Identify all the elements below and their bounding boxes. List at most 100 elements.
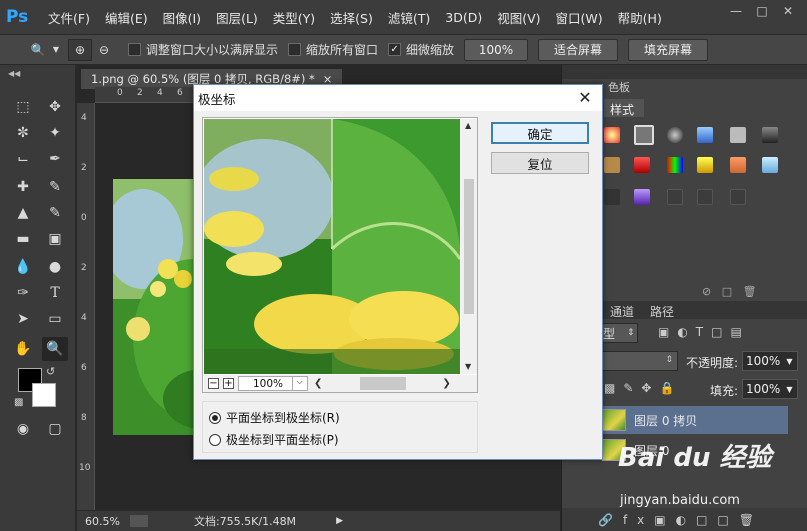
style-swatch[interactable] (634, 157, 650, 173)
blur-tool-icon[interactable]: 💧 (10, 255, 36, 279)
zoom-out-button[interactable]: − (208, 378, 219, 389)
menu-layer[interactable]: 图层(L) (216, 8, 258, 27)
tab-channels[interactable]: 通道 (610, 303, 634, 320)
polar-to-rect-option[interactable]: 极坐标到平面坐标(P) (209, 431, 339, 448)
style-swatch[interactable] (762, 127, 778, 143)
dialog-close-icon[interactable]: ✕ (576, 88, 594, 107)
scrubby-zoom-option[interactable]: ✓ 细微缩放 (388, 41, 454, 58)
polar-to-rect-radio[interactable] (209, 433, 221, 446)
actual-pixels-button[interactable]: 100% (464, 38, 529, 61)
scroll-left-icon[interactable]: ❮ (314, 378, 322, 389)
history-brush-tool-icon[interactable]: ✎ (42, 201, 68, 225)
hand-tool-icon[interactable]: ✋ (10, 337, 36, 361)
zoom-in-button[interactable]: + (223, 378, 234, 389)
ok-button[interactable]: 确定 (491, 122, 589, 144)
style-swatch[interactable] (667, 127, 683, 143)
menu-window[interactable]: 窗口(W) (556, 8, 603, 27)
preview-zoom-field[interactable]: 100% ⌵ (238, 376, 308, 391)
style-swatch[interactable] (634, 189, 650, 205)
menu-image[interactable]: 图像(I) (163, 8, 201, 27)
reset-button[interactable]: 复位 (491, 152, 589, 174)
status-menu-arrow-icon[interactable]: ▶ (336, 516, 343, 526)
move-tool-icon[interactable]: ✥ (42, 95, 68, 119)
magic-wand-tool-icon[interactable]: ✦ (42, 121, 68, 145)
resize-windows-checkbox[interactable] (128, 43, 141, 56)
vertical-scroll-thumb[interactable] (464, 179, 474, 314)
style-swatch[interactable] (604, 157, 620, 173)
default-colors-icon[interactable]: ▩ (14, 397, 23, 408)
style-swatch[interactable] (667, 157, 683, 173)
menu-type[interactable]: 类型(Y) (273, 8, 315, 27)
menu-edit[interactable]: 编辑(E) (105, 8, 148, 27)
tab-styles[interactable]: 样式 (610, 101, 634, 118)
style-swatch[interactable] (762, 157, 778, 173)
tool-preset-dropdown-icon[interactable]: ▼ (50, 39, 62, 61)
style-swatch[interactable] (697, 127, 713, 143)
marquee-tool-icon[interactable]: ⬚ (10, 95, 36, 119)
lasso-tool-icon[interactable]: ✼ (10, 121, 36, 145)
menu-3d[interactable]: 3D(D) (445, 10, 482, 25)
menu-filter[interactable]: 滤镜(T) (388, 8, 430, 27)
layer-kind-filter[interactable]: 型 ⇕ (598, 323, 638, 343)
eraser-tool-icon[interactable]: ▬ (10, 227, 36, 251)
style-swatch[interactable] (730, 189, 746, 205)
style-swatch[interactable] (730, 157, 746, 173)
brush-tool-icon[interactable]: ✎ (42, 175, 68, 199)
zoom-tool-icon[interactable]: 🔍 (26, 39, 50, 61)
tab-swatches[interactable]: 色板 (608, 79, 630, 95)
zoom-tool-active-icon[interactable]: 🔍 (42, 337, 68, 361)
type-tool-icon[interactable]: T (42, 281, 68, 305)
crop-tool-icon[interactable]: ⌙ (10, 147, 36, 171)
style-swatch[interactable] (697, 189, 713, 205)
menu-file[interactable]: 文件(F) (48, 8, 90, 27)
gradient-tool-icon[interactable]: ▣ (42, 227, 68, 251)
scroll-up-icon[interactable]: ▲ (465, 121, 471, 130)
maximize-icon[interactable]: □ (749, 0, 775, 22)
scroll-down-icon[interactable]: ▼ (465, 362, 471, 371)
zoom-dropdown-icon[interactable]: ⌵ (292, 377, 306, 390)
tab-paths[interactable]: 路径 (650, 303, 674, 320)
rect-to-polar-option[interactable]: 平面坐标到极坐标(R) (209, 409, 340, 426)
quick-mask-icon[interactable]: ◉ (10, 417, 36, 441)
fit-screen-button[interactable]: 适合屏幕 (538, 38, 619, 61)
resize-windows-option[interactable]: 调整窗口大小以满屏显示 (128, 41, 278, 58)
opacity-field[interactable]: 100% ▼ (742, 351, 798, 371)
swap-colors-icon[interactable]: ↺ (46, 365, 55, 378)
zoom-all-option[interactable]: 缩放所有窗口 (288, 41, 378, 58)
style-swatch[interactable] (604, 189, 620, 205)
blend-mode-select[interactable]: ⇕ (598, 351, 678, 371)
lock-icons[interactable]: ▩✎✥🔒 (604, 381, 682, 395)
collapse-icon[interactable]: ◀◀ (8, 69, 20, 78)
scroll-right-icon[interactable]: ❯ (442, 378, 450, 389)
minimize-icon[interactable]: — (723, 0, 749, 22)
dodge-tool-icon[interactable]: ● (42, 255, 68, 279)
menu-select[interactable]: 选择(S) (330, 8, 373, 27)
fill-screen-button[interactable]: 填充屏幕 (628, 38, 709, 61)
style-swatch[interactable] (730, 127, 746, 143)
filter-preview-image[interactable] (204, 119, 460, 374)
style-swatch-selected[interactable] (634, 125, 654, 145)
healing-brush-tool-icon[interactable]: ✚ (10, 175, 36, 199)
pen-tool-icon[interactable]: ✑ (10, 281, 36, 305)
clone-stamp-tool-icon[interactable]: ▲ (10, 201, 36, 225)
horizontal-scroll-thumb[interactable] (360, 377, 407, 390)
rect-to-polar-radio[interactable] (209, 411, 221, 424)
screen-mode-icon[interactable]: ▢ (42, 417, 68, 441)
styles-panel-footer-icons[interactable]: ⊘ □ 🗑 (702, 285, 757, 298)
menu-view[interactable]: 视图(V) (497, 8, 540, 27)
fill-field[interactable]: 100% ▼ (742, 379, 798, 399)
zoom-in-icon[interactable]: ⊕ (68, 38, 92, 61)
menu-help[interactable]: 帮助(H) (618, 8, 662, 27)
style-swatch[interactable] (667, 189, 683, 205)
style-swatch[interactable] (697, 157, 713, 173)
preview-vertical-scrollbar[interactable]: ▲ ▼ (461, 119, 477, 374)
eyedropper-tool-icon[interactable]: ✒ (42, 147, 68, 171)
close-window-icon[interactable]: ✕ (775, 0, 801, 22)
layer-filter-icons[interactable]: ▣◐T□▤ (658, 325, 750, 339)
zoom-out-icon[interactable]: ⊖ (92, 39, 116, 61)
scrubby-zoom-checkbox[interactable]: ✓ (388, 43, 402, 56)
layer-row-selected[interactable]: 图层 0 拷贝 (602, 406, 788, 434)
style-swatch[interactable] (604, 127, 620, 143)
layers-footer-icons[interactable]: 🔗fx▣◐□□🗑 (562, 508, 807, 531)
background-color[interactable] (32, 383, 56, 407)
